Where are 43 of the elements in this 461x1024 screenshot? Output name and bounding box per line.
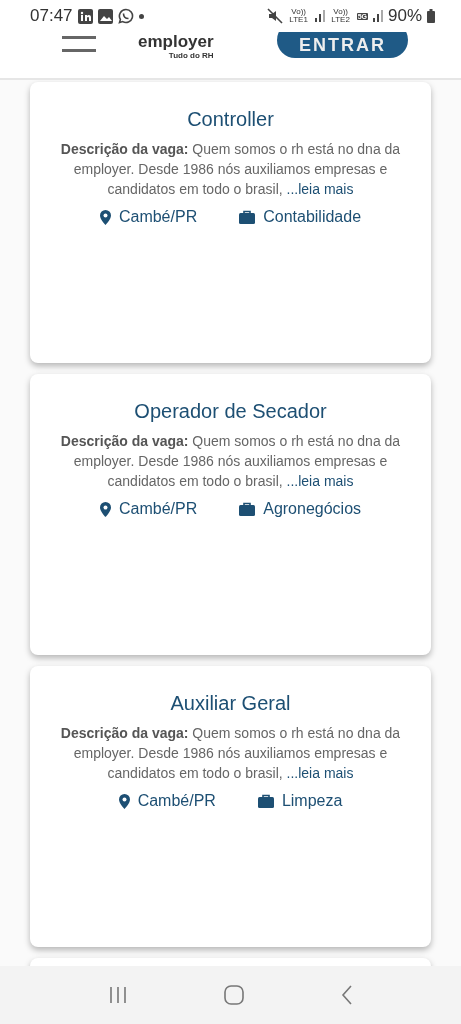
- job-description: Descrição da vaga: Quem somos o rh está no dna da employer. Desde 1986 nós auxiliamos empresas e candidatos em todo o brasil, ...leia mais: [59, 724, 402, 783]
- job-title: Auxiliar Geral: [169, 691, 292, 715]
- recent-apps-icon[interactable]: [108, 986, 127, 1004]
- dot-icon: [138, 13, 144, 19]
- job-location: Cambé/PR: [118, 208, 198, 226]
- sim-label: Vo)) LTE1: [288, 8, 309, 24]
- whatsapp-icon: [117, 8, 134, 24]
- job-card[interactable]: Controller Descrição da vaga: Quem somos o rh está no dna da employer. Desde 1986 nós auxiliamos empresas e candidatos em todo o brasil, ...leia mais Cambé/PR Contabilidade: [30, 82, 431, 363]
- briefcase-icon: [257, 794, 274, 808]
- job-area: Limpeza: [281, 792, 343, 810]
- job-title: Controller: [186, 107, 275, 131]
- location-pin-icon: [99, 209, 111, 225]
- signal-icon: [372, 10, 383, 22]
- job-location: Cambé/PR: [118, 500, 198, 518]
- signal-icon: [314, 10, 325, 22]
- briefcase-icon: [239, 502, 256, 516]
- gallery-icon: [97, 8, 113, 24]
- clock-time: 07:47: [30, 6, 73, 26]
- mute-icon: [266, 8, 283, 24]
- briefcase-icon: [239, 210, 256, 224]
- menu-icon[interactable]: [62, 36, 96, 54]
- sim-label: Vo)) LTE2: [330, 8, 351, 24]
- login-button[interactable]: ENTRAR: [277, 32, 408, 58]
- job-card[interactable]: Operador de Secador Descrição da vaga: Quem somos o rh está no dna da employer. Desde 1986 nós auxiliamos empresas e candidatos em todo o brasil, ...leia mais Cambé/PR Agronegócios: [30, 374, 431, 655]
- battery-icon: [427, 9, 435, 23]
- logo: employer: [138, 33, 214, 51]
- job-title: Operador de Secador: [133, 399, 328, 423]
- location-pin-icon: [118, 793, 130, 809]
- job-description: Descrição da vaga: Quem somos o rh está no dna da employer. Desde 1986 nós auxiliamos empresas e candidatos em todo o brasil, ...leia mais: [59, 432, 402, 491]
- read-more-link[interactable]: ...leia mais: [286, 473, 354, 489]
- home-icon[interactable]: [223, 985, 244, 1005]
- location-pin-icon: [99, 501, 111, 517]
- read-more-link[interactable]: ...leia mais: [286, 765, 354, 781]
- logo-tagline: Tudo do RH: [168, 51, 214, 60]
- job-area: Contabilidade: [263, 208, 362, 226]
- job-card[interactable]: Auxiliar Geral Descrição da vaga: Quem somos o rh está no dna da employer. Desde 1986 nós auxiliamos empresas e candidatos em todo o brasil, ...leia mais Cambé/PR Limpeza: [30, 666, 431, 947]
- job-location: Cambé/PR: [137, 792, 216, 810]
- linkedin-icon: [77, 8, 93, 24]
- read-more-link[interactable]: ...leia mais: [286, 181, 354, 197]
- job-description: Descrição da vaga: Quem somos o rh está no dna da employer. Desde 1986 nós auxiliamos empresas e candidatos em todo o brasil, ...leia mais: [59, 140, 402, 199]
- job-area: Agronegócios: [263, 500, 362, 518]
- back-icon[interactable]: [340, 985, 353, 1005]
- battery-level: 90%: [387, 6, 422, 26]
